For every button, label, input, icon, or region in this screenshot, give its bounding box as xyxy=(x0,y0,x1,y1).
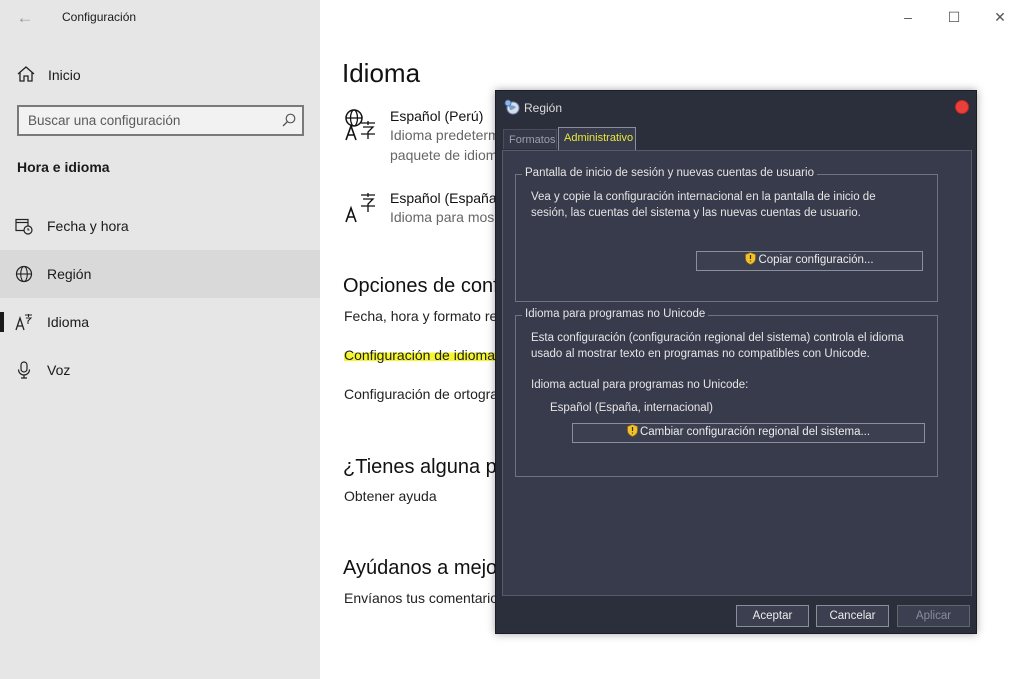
sidebar-item-fecha-y-hora[interactable]: Fecha y hora xyxy=(0,202,320,250)
language-desc: Idioma para mos xyxy=(390,209,495,225)
back-arrow-icon[interactable]: ← xyxy=(14,8,36,28)
sidebar-item-label: Fecha y hora xyxy=(47,218,129,234)
settings-sidebar: ← Configuración Inicio Hora e idioma Fec… xyxy=(0,0,320,679)
help-heading: ¿Tienes alguna pr xyxy=(343,456,504,478)
uac-shield-icon xyxy=(745,252,757,265)
sidebar-item-label: Idioma xyxy=(47,314,90,330)
get-help-link[interactable]: Obtener ayuda xyxy=(344,488,437,504)
button-label: Copiar configuración... xyxy=(758,254,874,266)
spelling-settings-link[interactable]: Configuración de ortogra xyxy=(344,386,498,402)
tab-panel-administrativo: Pantalla de inicio de sesión y nuevas cu… xyxy=(502,150,972,596)
sidebar-item-idioma[interactable]: Idioma xyxy=(0,298,320,346)
search-box[interactable] xyxy=(17,105,304,136)
feedback-link[interactable]: Envíanos tus comentario xyxy=(344,590,498,606)
accept-button[interactable]: Aceptar xyxy=(736,605,809,627)
page-title: Idioma xyxy=(342,58,421,88)
language-settings-link[interactable]: Configuración de idioma xyxy=(344,347,495,363)
highlighted-text: Configuración de idioma xyxy=(344,347,495,363)
uac-shield-icon xyxy=(627,424,638,437)
non-unicode-group: Idioma para programas no Unicode Esta co… xyxy=(515,308,938,477)
language-icon xyxy=(345,193,375,223)
sidebar-item-label: Región xyxy=(47,266,92,282)
button-label: Cambiar configuración regional del siste… xyxy=(639,426,871,438)
group-description: Vea y copie la configuración internacion… xyxy=(531,191,876,203)
dialog-titlebar[interactable]: Región xyxy=(496,91,976,123)
selection-indicator xyxy=(0,312,4,332)
sidebar-item-label: Voz xyxy=(47,362,71,378)
current-language-value: Español (España, internacional) xyxy=(550,402,714,414)
cancel-button[interactable]: Cancelar xyxy=(816,605,889,627)
sidebar-item-voz[interactable]: Voz xyxy=(0,346,320,394)
home-label: Inicio xyxy=(48,67,81,83)
app-title: Configuración xyxy=(62,10,137,24)
tab-formatos[interactable]: Formatos xyxy=(503,129,557,149)
home-nav-item[interactable]: Inicio xyxy=(0,58,320,90)
improve-heading: Ayúdanos a mejo xyxy=(343,557,498,579)
dialog-title: Región xyxy=(524,101,563,115)
group-description: usado al mostrar texto en programas no c… xyxy=(531,348,870,360)
tab-administrativo[interactable]: Administrativo xyxy=(558,127,636,151)
language-pack-icon xyxy=(345,109,375,141)
language-icon xyxy=(15,314,33,331)
options-heading: Opciones de conf xyxy=(343,275,499,297)
globe-icon xyxy=(15,265,33,283)
language-desc: Idioma predeterm xyxy=(390,127,500,143)
group-title: Pantalla de inicio de sesión y nuevas cu… xyxy=(522,167,817,179)
home-icon xyxy=(17,66,35,82)
language-name: Español (Perú) xyxy=(390,108,484,124)
region-dialog: Región Formatos Administrativo Pantalla … xyxy=(495,90,977,634)
change-system-locale-button[interactable]: Cambiar configuración regional del siste… xyxy=(572,423,925,443)
login-screen-group: Pantalla de inicio de sesión y nuevas cu… xyxy=(515,167,938,302)
current-language-label: Idioma actual para programas no Unicode: xyxy=(531,379,749,391)
dialog-close-button[interactable] xyxy=(955,100,969,114)
section-title: Hora e idioma xyxy=(17,159,110,175)
group-title: Idioma para programas no Unicode xyxy=(522,308,709,320)
group-description: sesión, las cuentas del sistema y las nu… xyxy=(531,207,861,219)
language-desc: paquete de idiom xyxy=(390,147,498,163)
language-name: Español (España) xyxy=(390,190,502,206)
group-description: Esta configuración (configuración region… xyxy=(531,332,904,344)
microphone-icon xyxy=(17,361,31,379)
sidebar-item-region[interactable]: Región xyxy=(0,250,320,298)
search-icon[interactable] xyxy=(282,113,296,127)
region-globe-icon xyxy=(504,99,520,115)
copy-settings-button[interactable]: Copiar configuración... xyxy=(696,251,923,271)
apply-button[interactable]: Aplicar xyxy=(897,605,970,627)
date-time-format-link[interactable]: Fecha, hora y formato re xyxy=(344,308,497,324)
search-input[interactable] xyxy=(19,107,269,134)
calendar-clock-icon xyxy=(15,218,33,235)
